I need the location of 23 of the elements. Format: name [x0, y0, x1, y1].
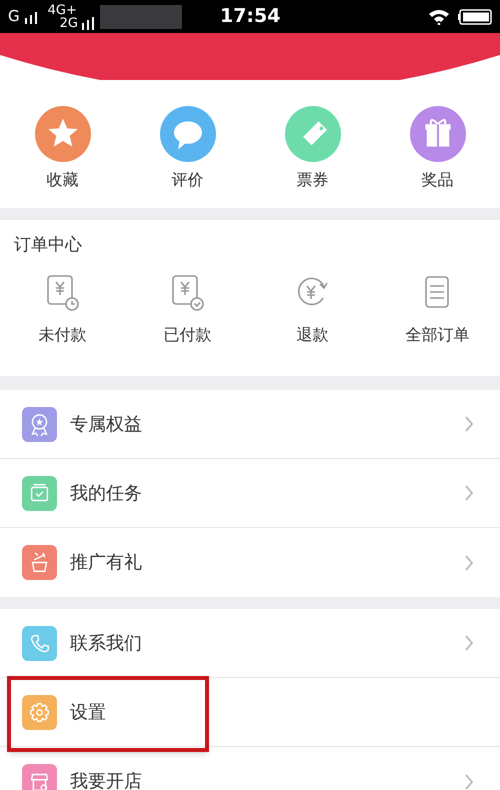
menu-item[interactable]: 联系我们 [22, 609, 464, 677]
network-label: 2G [60, 16, 78, 30]
menu-item[interactable]: 设置 [22, 678, 500, 746]
menu-item[interactable]: 我的任务 [22, 459, 464, 527]
network-label: 4G+ [48, 4, 78, 16]
battery-icon [458, 8, 492, 24]
order-status-button[interactable]: 退款 [292, 272, 332, 346]
quick-action[interactable]: 收藏 [34, 106, 90, 192]
clock: 17:54 [220, 4, 280, 30]
menu-item[interactable]: 我要开店 [22, 747, 464, 790]
order-status-button[interactable]: 未付款 [38, 272, 86, 346]
quick-action[interactable]: 奖品 [410, 106, 466, 192]
menu-item[interactable]: 专属权益 [22, 390, 464, 458]
menu-item[interactable]: 推广有礼 [22, 528, 464, 597]
signal-icon [82, 17, 96, 30]
quick-action[interactable]: 评价 [160, 106, 216, 192]
signal-icon [24, 10, 40, 24]
section-title: 订单中心 [14, 234, 82, 257]
order-status-button[interactable]: 全部订单 [406, 272, 470, 346]
carrier-label: G [8, 6, 20, 28]
wifi-icon [428, 8, 450, 24]
order-status-button[interactable]: 已付款 [164, 272, 212, 346]
quick-action[interactable]: 票券 [284, 106, 340, 192]
